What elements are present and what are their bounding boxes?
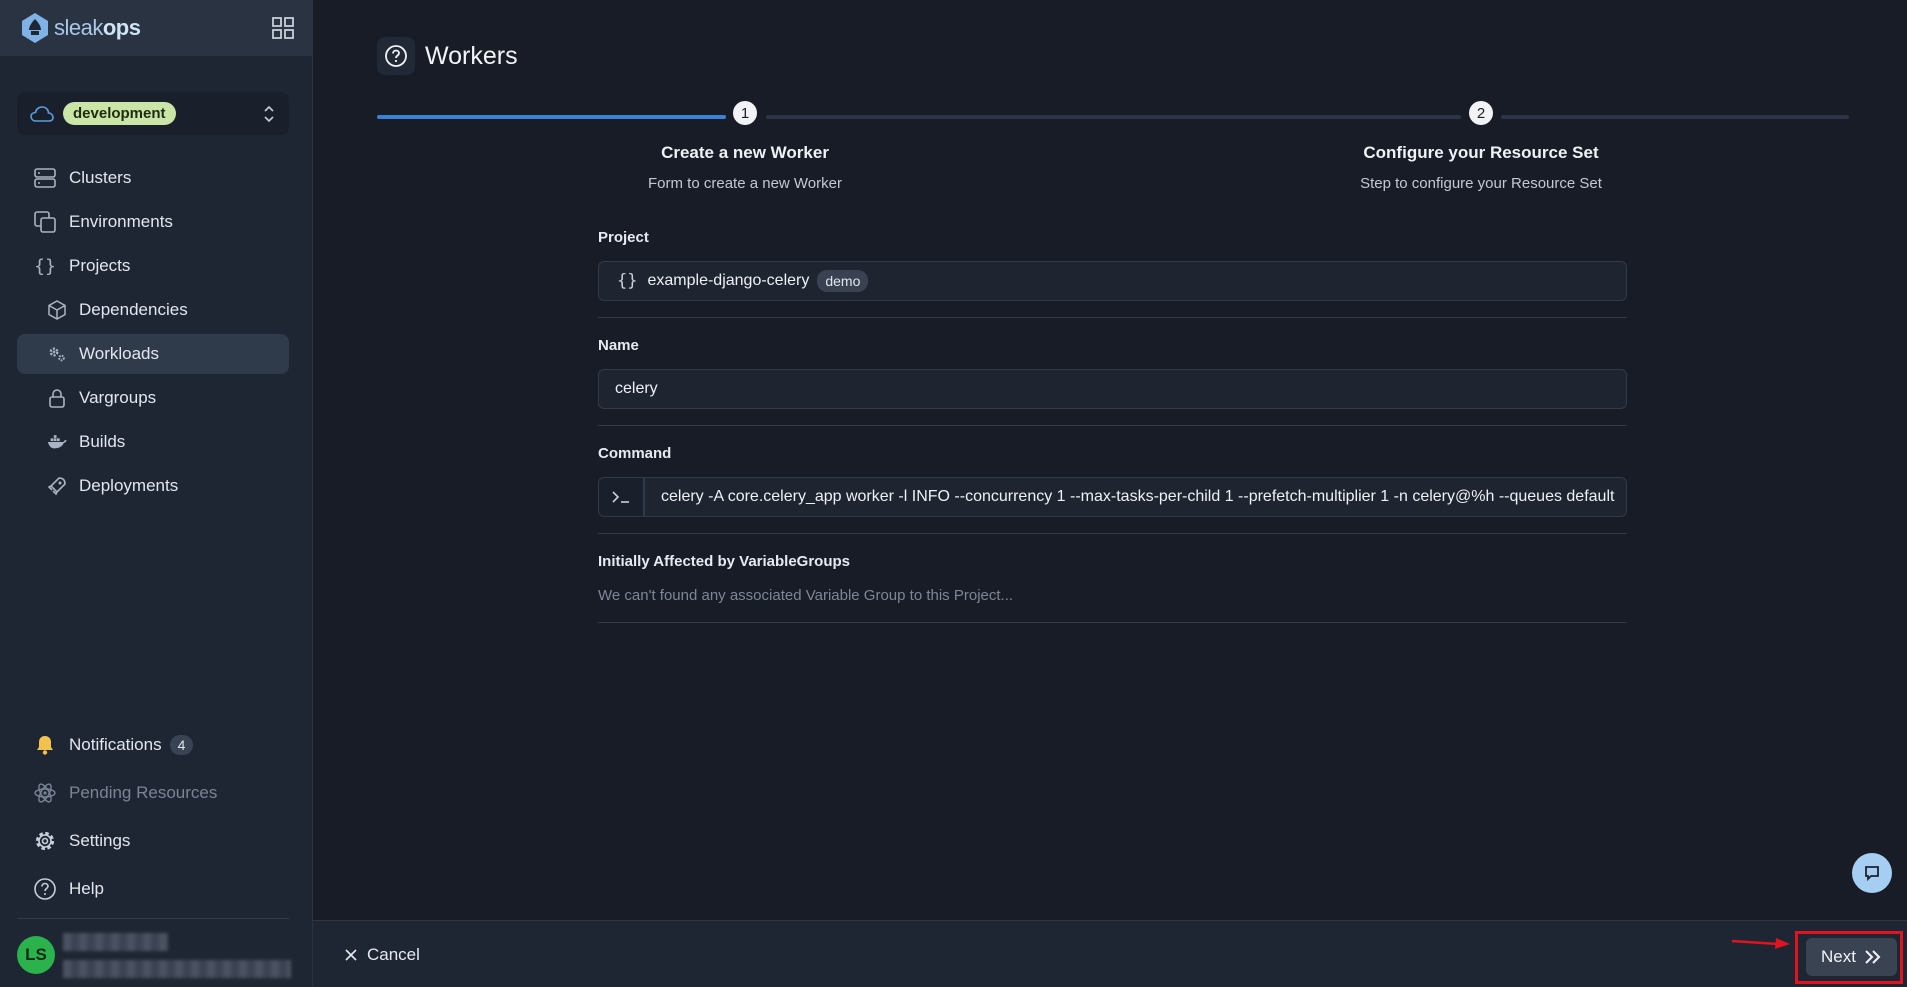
server-icon — [33, 166, 57, 190]
chat-bubble-icon — [1865, 866, 1879, 882]
copy-icon — [33, 210, 57, 234]
environment-badge: development — [63, 102, 176, 125]
braces-icon: {} — [617, 271, 638, 291]
sidebar-item-projects[interactable]: {} Projects — [17, 246, 289, 286]
sidebar-item-builds[interactable]: Builds — [17, 422, 289, 462]
sidebar-item-label: Settings — [69, 831, 131, 850]
sidebar-item-label: Vargroups — [79, 388, 157, 407]
stepper-progress-line — [766, 115, 1461, 119]
sidebar-item-vargroups[interactable]: Vargroups — [17, 378, 289, 418]
cancel-button-label: Cancel — [367, 945, 420, 964]
avatar[interactable]: LS — [17, 936, 55, 974]
page-title: Workers — [425, 42, 518, 70]
annotation-arrow — [1731, 938, 1790, 949]
command-label: Command — [598, 445, 672, 462]
bell-icon — [33, 733, 57, 757]
sidebar-item-clusters[interactable]: Clusters — [17, 158, 289, 198]
form-footer — [313, 920, 1907, 987]
sidebar-item-label: Pending Resources — [69, 783, 218, 802]
docker-icon — [47, 432, 67, 452]
project-label: Project — [598, 229, 649, 246]
stepper-progress-line — [1501, 115, 1849, 119]
divider — [598, 533, 1627, 534]
project-environment-badge: demo — [817, 270, 869, 292]
sidebar-item-notifications[interactable]: Notifications 4 — [17, 725, 289, 765]
help-circle-icon — [385, 45, 407, 67]
atom-icon — [33, 781, 57, 805]
sidebar-item-label: Help — [69, 879, 104, 898]
lock-icon — [47, 388, 67, 408]
step-1-indicator: 1 — [733, 101, 757, 125]
terminal-icon — [612, 491, 629, 503]
sidebar-item-pending-resources[interactable]: Pending Resources — [17, 773, 289, 813]
sidebar: sleakops development Clusters Environmen… — [0, 0, 313, 987]
sidebar-item-settings[interactable]: Settings — [17, 821, 289, 861]
sidebar-item-help[interactable]: Help — [17, 869, 289, 909]
sidebar-item-label: Deployments — [79, 476, 179, 495]
logo-bar: sleakops — [0, 0, 313, 56]
next-button[interactable]: Next — [1806, 938, 1897, 976]
sleakops-logo-icon — [22, 13, 48, 43]
support-chat-button[interactable] — [1852, 853, 1892, 893]
environment-selector[interactable]: development — [17, 92, 289, 135]
brand-logo[interactable]: sleakops — [20, 12, 141, 44]
redacted-user-email — [63, 960, 291, 978]
sidebar-item-dependencies[interactable]: Dependencies — [17, 290, 289, 330]
step-2-subtitle: Step to configure your Resource Set — [1360, 175, 1602, 192]
project-select[interactable]: {} example-django-celery demo — [598, 261, 1627, 301]
sidebar-item-label: Builds — [79, 432, 126, 451]
page-help-button[interactable] — [377, 37, 415, 75]
apps-grid-icon[interactable] — [272, 17, 294, 39]
step-2-indicator: 2 — [1469, 101, 1493, 125]
sidebar-item-environments[interactable]: Environments — [17, 202, 289, 242]
redacted-user-name — [63, 933, 168, 951]
gear-icon — [33, 829, 57, 853]
name-input[interactable] — [598, 369, 1627, 409]
notifications-count-badge: 4 — [169, 735, 194, 755]
command-input[interactable]: celery -A core.celery_app worker -l INFO… — [644, 477, 1627, 517]
rocket-icon — [47, 476, 67, 496]
next-button-label: Next — [1821, 947, 1856, 966]
step-1-title: Create a new Worker — [661, 143, 829, 162]
sidebar-item-label: Projects — [69, 256, 131, 275]
sidebar-item-label: Environments — [69, 212, 173, 231]
chevron-updown-icon — [264, 105, 274, 123]
sidebar-item-label: Dependencies — [79, 300, 188, 319]
vargroups-label: Initially Affected by VariableGroups — [598, 553, 851, 570]
braces-icon: {} — [34, 255, 56, 277]
sidebar-item-label: Workloads — [79, 344, 159, 363]
stepper-progress-active — [377, 115, 726, 119]
divider — [598, 317, 1627, 318]
step-2-title: Configure your Resource Set — [1363, 143, 1599, 162]
close-icon — [345, 949, 357, 961]
step-1-subtitle: Form to create a new Worker — [648, 175, 842, 192]
cancel-button[interactable]: Cancel — [345, 945, 420, 965]
sidebar-item-label: Clusters — [69, 168, 132, 187]
sidebar-item-workloads[interactable]: Workloads — [17, 334, 289, 374]
chevrons-right-icon — [1865, 950, 1881, 964]
sidebar-item-deployments[interactable]: Deployments — [17, 466, 289, 506]
sidebar-item-label: Notifications — [69, 735, 162, 754]
name-label: Name — [598, 337, 639, 354]
help-circle-icon — [33, 877, 57, 901]
divider — [598, 425, 1627, 426]
vargroups-empty-message: We can't found any associated Variable G… — [598, 587, 1014, 604]
logo-text: sleakops — [54, 15, 141, 40]
cloud-icon — [30, 105, 54, 122]
terminal-prompt-addon — [598, 477, 644, 517]
cogs-icon — [47, 344, 67, 364]
divider — [598, 622, 1627, 623]
package-icon — [47, 300, 67, 320]
project-value: example-django-celery — [647, 272, 810, 289]
sidebar-divider — [17, 918, 289, 919]
